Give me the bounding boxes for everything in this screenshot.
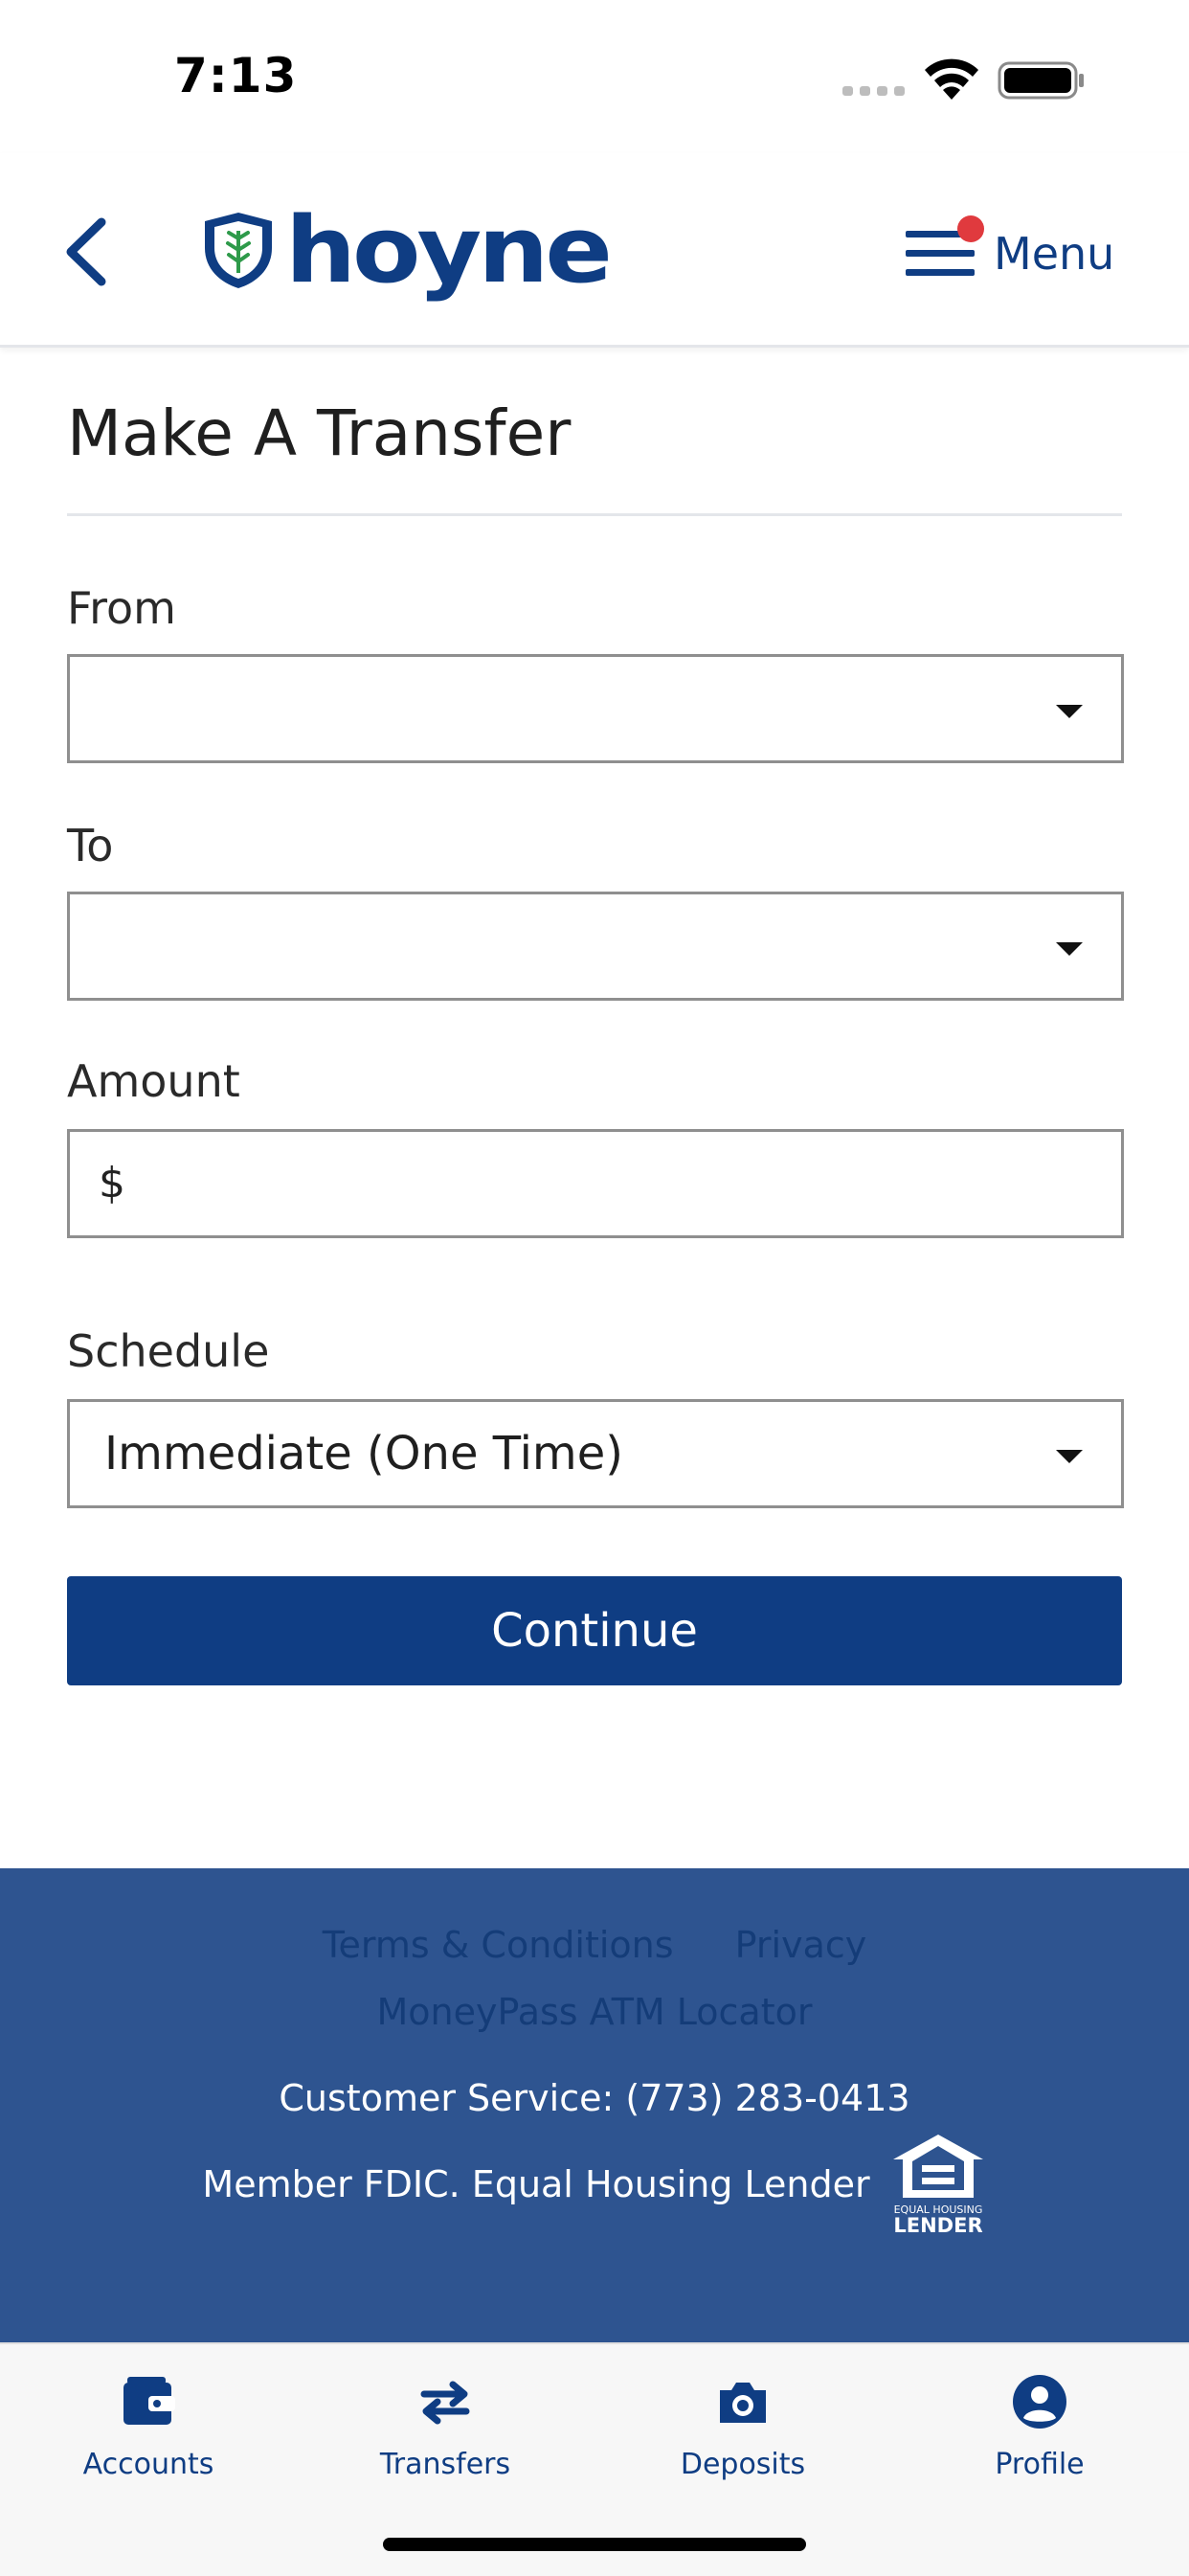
caret-down-icon <box>1056 1450 1083 1463</box>
footer-links-row-1: Terms & Conditions Privacy <box>0 1924 1189 1966</box>
tab-profile-label: Profile <box>995 2448 1085 2481</box>
atm-locator-link[interactable]: MoneyPass ATM Locator <box>377 1991 813 2033</box>
camera-icon <box>720 2383 766 2423</box>
app-header: hoyne Menu <box>0 153 1189 348</box>
customer-service-phone[interactable]: Customer Service: (773) 283-0413 <box>0 2077 1189 2119</box>
to-label: To <box>67 820 114 871</box>
page-title: Make A Transfer <box>67 396 572 470</box>
title-divider <box>67 513 1122 516</box>
tab-transfers-label: Transfers <box>379 2448 511 2481</box>
terms-link[interactable]: Terms & Conditions <box>323 1924 674 1966</box>
person-circle-icon <box>1013 2375 1066 2429</box>
caret-down-icon <box>1056 942 1083 956</box>
menu-button[interactable]: Menu <box>904 211 1162 297</box>
continue-button[interactable]: Continue <box>67 1576 1122 1685</box>
menu-label: Menu <box>994 228 1115 280</box>
from-select[interactable] <box>67 654 1124 763</box>
transfer-arrows-icon <box>420 2381 470 2425</box>
currency-symbol: $ <box>99 1159 125 1208</box>
fdic-row: Member FDIC. Equal Housing Lender EQUAL … <box>0 2127 1189 2242</box>
wifi-icon <box>925 58 978 100</box>
from-label: From <box>67 582 176 634</box>
footer-links-row-2: MoneyPass ATM Locator <box>0 1991 1189 2033</box>
footer: Terms & Conditions Privacy MoneyPass ATM… <box>0 1868 1189 2342</box>
back-button[interactable] <box>52 209 119 295</box>
hoyne-logo: hoyne <box>201 195 613 305</box>
shield-icon <box>205 213 272 288</box>
amount-label: Amount <box>67 1055 240 1107</box>
tab-deposits-label: Deposits <box>680 2448 806 2481</box>
tab-transfers[interactable]: Transfers <box>330 2373 560 2497</box>
wallet-icon <box>123 2377 175 2425</box>
tab-deposits[interactable]: Deposits <box>628 2373 858 2497</box>
amount-field[interactable]: $ <box>67 1129 1124 1238</box>
status-bar: 7:13 <box>0 0 1189 153</box>
chevron-left-icon <box>66 217 106 286</box>
privacy-link[interactable]: Privacy <box>735 1924 867 1966</box>
battery-icon <box>998 61 1084 100</box>
schedule-select-value: Immediate (One Time) <box>104 1427 623 1480</box>
to-select[interactable] <box>67 892 1124 1001</box>
equal-housing-lender-icon: EQUAL HOUSING LENDER <box>892 2135 983 2237</box>
brand-wordmark: hoyne <box>285 195 613 305</box>
hamburger-icon <box>904 215 984 282</box>
tab-accounts[interactable]: Accounts <box>34 2373 263 2497</box>
schedule-label: Schedule <box>67 1325 270 1377</box>
notification-dot <box>957 215 984 242</box>
caret-down-icon <box>1056 705 1083 718</box>
home-indicator[interactable] <box>383 2538 806 2551</box>
schedule-select[interactable]: Immediate (One Time) <box>67 1399 1124 1508</box>
eho-large-text: LENDER <box>893 2214 982 2237</box>
cellular-signal-icon <box>842 86 905 96</box>
tab-accounts-label: Accounts <box>82 2448 214 2481</box>
tab-profile[interactable]: Profile <box>925 2373 1155 2497</box>
fdic-text: Member FDIC. Equal Housing Lender <box>202 2163 870 2205</box>
amount-input[interactable] <box>146 1141 1098 1228</box>
status-time: 7:13 <box>174 48 298 103</box>
